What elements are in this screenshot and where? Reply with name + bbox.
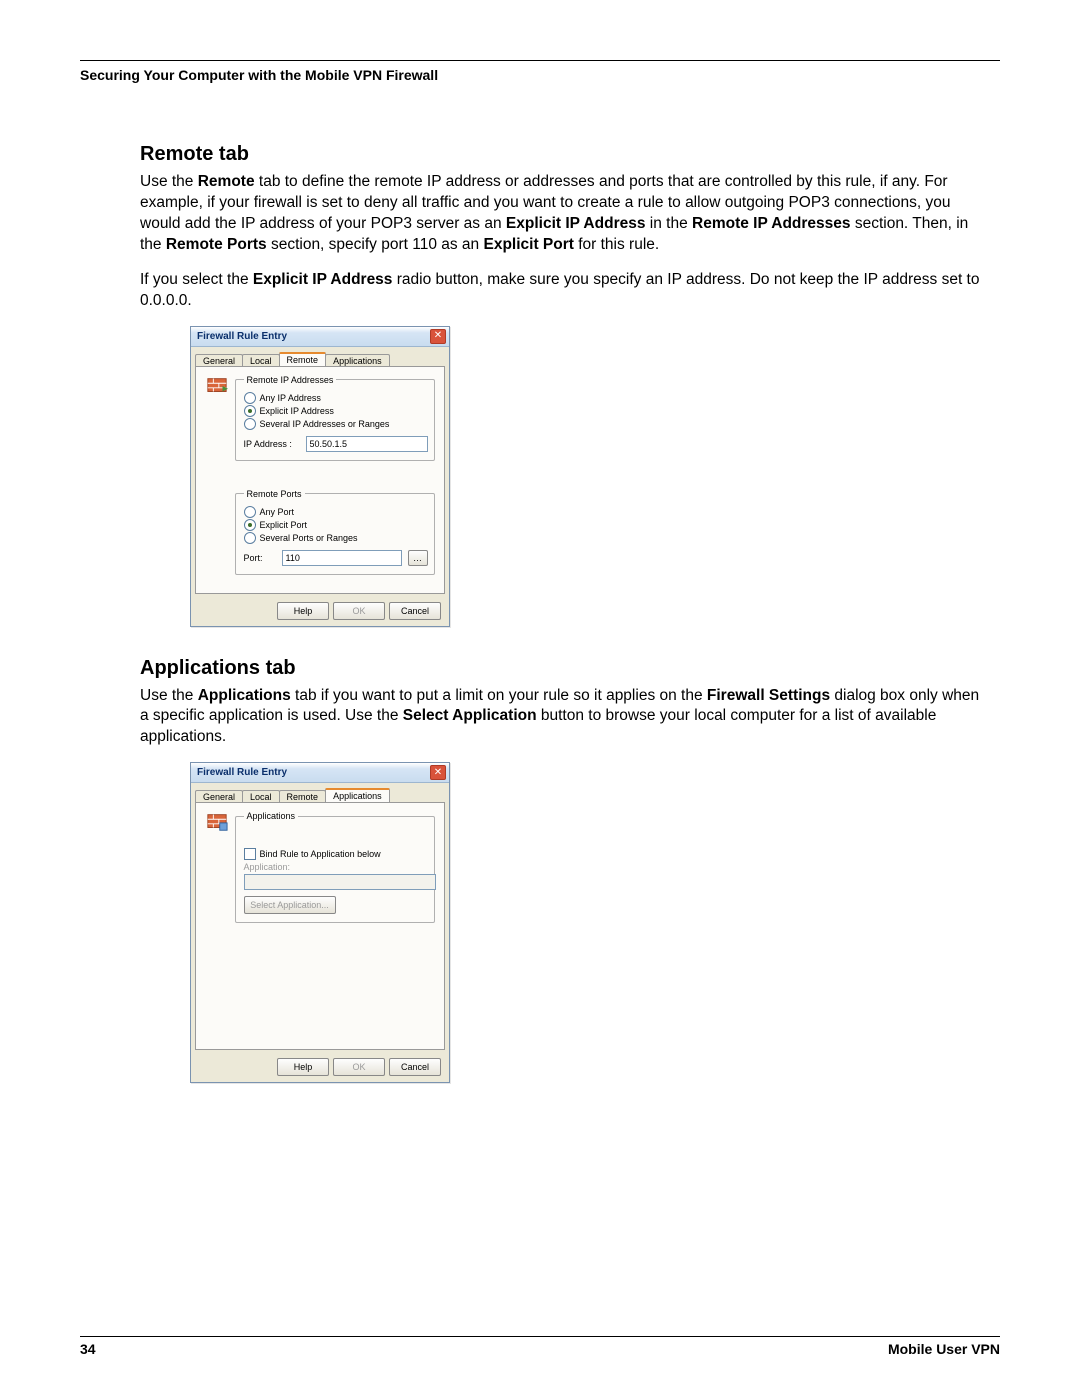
radio-explicit-ip[interactable] <box>244 405 256 417</box>
help-button[interactable]: Help <box>277 1058 329 1076</box>
running-header: Securing Your Computer with the Mobile V… <box>80 67 1000 83</box>
ip-input[interactable]: 50.50.1.5 <box>306 436 428 452</box>
remote-ip-group: Remote IP Addresses Any IP Address Expli… <box>235 375 435 461</box>
apps-para-1: Use the Applications tab if you want to … <box>140 686 980 749</box>
group-legend: Applications <box>244 811 299 821</box>
radio-several-ports[interactable] <box>244 532 256 544</box>
heading-remote-tab: Remote tab <box>140 143 980 166</box>
dialog-title: Firewall Rule Entry <box>197 767 287 778</box>
radio-several-ip[interactable] <box>244 418 256 430</box>
titlebar: Firewall Rule Entry ✕ <box>191 327 449 347</box>
applications-group: Applications Bind Rule to Application be… <box>235 811 435 923</box>
help-button[interactable]: Help <box>277 602 329 620</box>
group-legend: Remote Ports <box>244 489 305 499</box>
firewall-icon <box>206 811 228 833</box>
firewall-icon <box>206 375 228 397</box>
port-label: Port: <box>244 553 276 563</box>
ok-button[interactable]: OK <box>333 1058 385 1076</box>
tabstrip: General Local Remote Applications <box>191 783 449 802</box>
tab-remote[interactable]: Remote <box>279 352 327 366</box>
radio-any-ip[interactable] <box>244 392 256 404</box>
cancel-button[interactable]: Cancel <box>389 602 441 620</box>
remote-para-1: Use the Remote tab to define the remote … <box>140 172 980 256</box>
page-number: 34 <box>80 1341 96 1357</box>
book-title: Mobile User VPN <box>888 1341 1000 1357</box>
select-application-button[interactable]: Select Application... <box>244 896 336 914</box>
remote-ports-group: Remote Ports Any Port Explicit Port Seve… <box>235 489 435 575</box>
dialog-title: Firewall Rule Entry <box>197 331 287 342</box>
application-field-label: Application: <box>244 862 428 872</box>
close-icon[interactable]: ✕ <box>430 765 446 780</box>
ok-button[interactable]: OK <box>333 602 385 620</box>
group-legend: Remote IP Addresses <box>244 375 337 385</box>
application-input <box>244 874 436 890</box>
ip-label: IP Address : <box>244 439 300 449</box>
port-browse-button[interactable]: … <box>408 550 428 566</box>
port-input[interactable]: 110 <box>282 550 402 566</box>
remote-para-2: If you select the Explicit IP Address ra… <box>140 270 980 312</box>
heading-applications-tab: Applications tab <box>140 657 980 680</box>
dialog-remote: Firewall Rule Entry ✕ General Local Remo… <box>190 326 450 627</box>
dialog-applications: Firewall Rule Entry ✕ General Local Remo… <box>190 762 450 1083</box>
close-icon[interactable]: ✕ <box>430 329 446 344</box>
cancel-button[interactable]: Cancel <box>389 1058 441 1076</box>
bind-rule-checkbox[interactable] <box>244 848 256 860</box>
tabstrip: General Local Remote Applications <box>191 347 449 366</box>
titlebar: Firewall Rule Entry ✕ <box>191 763 449 783</box>
radio-any-port[interactable] <box>244 506 256 518</box>
tab-applications[interactable]: Applications <box>325 788 390 802</box>
radio-explicit-port[interactable] <box>244 519 256 531</box>
